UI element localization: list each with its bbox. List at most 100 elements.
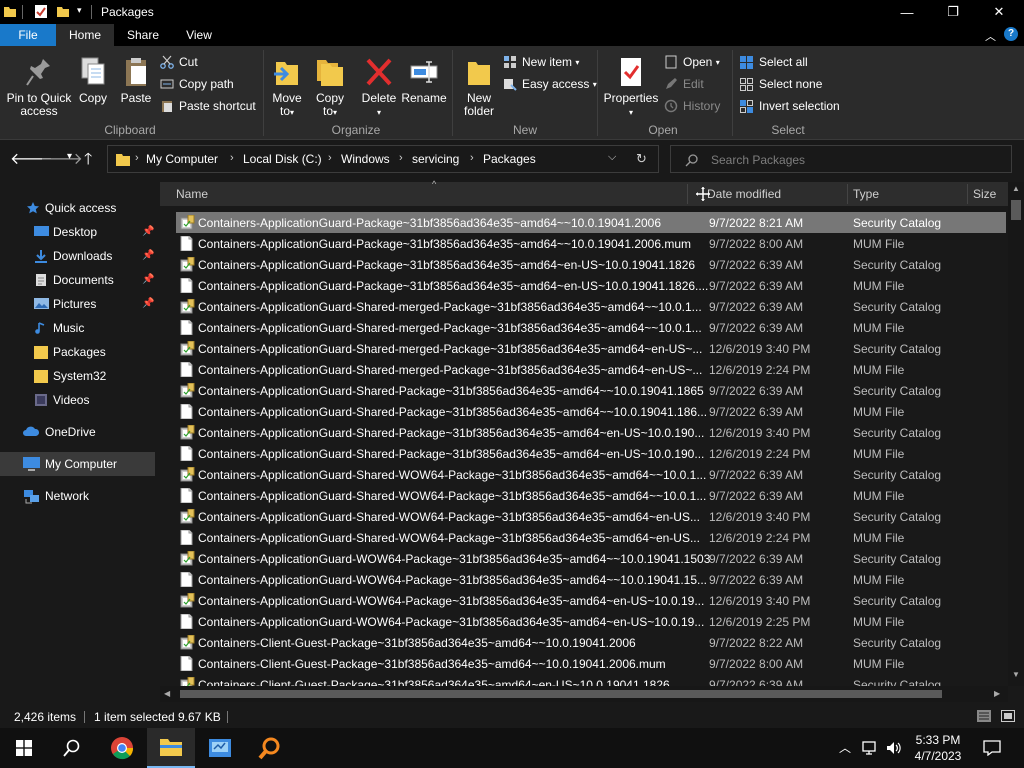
column-divider[interactable] [687, 184, 688, 204]
refresh-icon[interactable]: ↻ [636, 151, 647, 167]
details-view-icon[interactable] [977, 710, 991, 722]
search-box[interactable]: Search Packages [670, 145, 1012, 173]
column-divider[interactable] [847, 184, 848, 204]
minimize-button[interactable]: — [884, 0, 930, 24]
copy-to-button[interactable]: Copy to▾ [311, 56, 349, 119]
breadcrumb-local-disk[interactable]: Local Disk (C:) [243, 152, 322, 166]
file-row[interactable]: Containers-Client-Guest-Package~31bf3856… [176, 653, 1006, 674]
properties-qa-icon[interactable] [34, 4, 48, 19]
nav-item-desktop[interactable]: Desktop 📌 [0, 220, 155, 244]
delete-button[interactable]: Delete ▾ [359, 56, 399, 119]
nav-item-music[interactable]: Music [0, 316, 155, 340]
new-item-button[interactable]: New item ▾ [503, 52, 579, 72]
taskbar-search-button[interactable] [48, 728, 96, 768]
file-row[interactable]: Containers-ApplicationGuard-WOW64-Packag… [176, 590, 1006, 611]
collapse-ribbon-icon[interactable]: ︿ [985, 28, 996, 44]
copy-path-button[interactable]: Copy path [160, 74, 234, 94]
tab-view[interactable]: View [172, 24, 226, 46]
file-row[interactable]: Containers-ApplicationGuard-Shared-merge… [176, 359, 1006, 380]
nav-item-videos[interactable]: Videos [0, 388, 155, 412]
file-row[interactable]: Containers-Client-Guest-Package~31bf3856… [176, 674, 1006, 686]
new-folder-qa-icon[interactable] [56, 4, 70, 19]
column-size[interactable]: Size [973, 182, 996, 206]
nav-item-documents[interactable]: Documents 📌 [0, 268, 155, 292]
tab-file[interactable]: File [0, 24, 56, 46]
file-row[interactable]: Containers-ApplicationGuard-Package~31bf… [176, 233, 1006, 254]
nav-item-pictures[interactable]: Pictures 📌 [0, 292, 155, 316]
file-row[interactable]: Containers-ApplicationGuard-Shared-Packa… [176, 380, 1006, 401]
horizontal-scrollbar[interactable]: ◀ ▶ [160, 686, 1008, 702]
invert-selection-button[interactable]: Invert selection [739, 96, 840, 116]
maximize-button[interactable]: ❐ [930, 0, 976, 24]
file-row[interactable]: Containers-ApplicationGuard-WOW64-Packag… [176, 548, 1006, 569]
scroll-down-icon[interactable]: ▼ [1012, 670, 1020, 679]
notifications-icon[interactable] [983, 740, 1001, 756]
file-row[interactable]: Containers-ApplicationGuard-WOW64-Packag… [176, 569, 1006, 590]
tab-home[interactable]: Home [56, 24, 114, 46]
column-type[interactable]: Type [853, 182, 879, 206]
file-row[interactable]: Containers-ApplicationGuard-WOW64-Packag… [176, 611, 1006, 632]
scroll-left-icon[interactable]: ◀ [164, 689, 170, 698]
new-folder-button[interactable]: New folder [458, 56, 500, 118]
scroll-right-icon[interactable]: ▶ [994, 689, 1000, 698]
nav-item-downloads[interactable]: Downloads 📌 [0, 244, 155, 268]
column-date-modified[interactable]: Date modified [707, 182, 781, 206]
file-row[interactable]: Containers-ApplicationGuard-Shared-WOW64… [176, 485, 1006, 506]
up-button[interactable]: 🡑 [84, 148, 92, 175]
vertical-scroll-thumb[interactable] [1011, 200, 1021, 220]
taskbar-chrome[interactable] [98, 728, 146, 768]
file-row[interactable]: Containers-ApplicationGuard-Shared-Packa… [176, 443, 1006, 464]
close-button[interactable]: ✕ [976, 0, 1022, 24]
history-button[interactable]: History [664, 96, 720, 116]
paste-shortcut-button[interactable]: Paste shortcut [160, 96, 256, 116]
easy-access-button[interactable]: Easy access ▾ [503, 74, 597, 94]
edit-button[interactable]: Edit [664, 74, 704, 94]
recent-locations-icon[interactable]: ▾ [67, 151, 72, 162]
file-row[interactable]: Containers-Client-Guest-Package~31bf3856… [176, 632, 1006, 653]
breadcrumb-windows[interactable]: Windows [341, 152, 390, 166]
nav-item-my-computer[interactable]: My Computer [0, 452, 155, 476]
breadcrumb-my-computer[interactable]: My Computer [146, 152, 218, 166]
file-row[interactable]: Containers-ApplicationGuard-Shared-Packa… [176, 422, 1006, 443]
taskbar-control-panel[interactable] [196, 728, 244, 768]
properties-button[interactable]: Properties ▾ [602, 56, 660, 119]
file-row[interactable]: Containers-ApplicationGuard-Shared-merge… [176, 296, 1006, 317]
taskbar-file-explorer[interactable] [147, 728, 195, 768]
nav-item-system32[interactable]: System32 [0, 364, 155, 388]
qa-customize-icon[interactable]: ▾ [77, 5, 82, 16]
file-row[interactable]: Containers-ApplicationGuard-Shared-WOW64… [176, 464, 1006, 485]
volume-icon[interactable] [886, 740, 902, 756]
copy-button[interactable]: Copy [76, 56, 110, 105]
nav-item-onedrive[interactable]: OneDrive [0, 420, 155, 444]
taskbar-magnifier[interactable] [245, 728, 293, 768]
file-row[interactable]: Containers-ApplicationGuard-Shared-WOW64… [176, 527, 1006, 548]
paste-button[interactable]: Paste [116, 56, 156, 105]
file-row[interactable]: Containers-ApplicationGuard-Shared-merge… [176, 338, 1006, 359]
file-row[interactable]: Containers-ApplicationGuard-Package~31bf… [176, 275, 1006, 296]
horizontal-scroll-thumb[interactable] [180, 690, 942, 698]
nav-item-quick-access[interactable]: Quick access [0, 196, 155, 220]
breadcrumb-servicing[interactable]: servicing [412, 152, 459, 166]
column-name[interactable]: Name [176, 182, 686, 206]
rename-button[interactable]: Rename [401, 56, 447, 105]
breadcrumb-packages[interactable]: Packages [483, 152, 536, 166]
move-to-button[interactable]: Move to▾ [267, 56, 307, 119]
nav-item-network[interactable]: Network [0, 484, 155, 508]
open-button[interactable]: Open ▾ [664, 52, 720, 72]
column-divider[interactable] [967, 184, 968, 204]
large-icons-view-icon[interactable] [1001, 710, 1015, 722]
select-all-button[interactable]: Select all [739, 52, 808, 72]
scroll-up-icon[interactable]: ▲ [1012, 184, 1020, 193]
forward-button[interactable]: 🡒 [40, 148, 83, 169]
file-row[interactable]: Containers-ApplicationGuard-Shared-merge… [176, 317, 1006, 338]
select-none-button[interactable]: Select none [739, 74, 822, 94]
nav-item-packages[interactable]: Packages [0, 340, 155, 364]
file-row[interactable]: Containers-ApplicationGuard-Shared-Packa… [176, 401, 1006, 422]
cut-button[interactable]: Cut [160, 52, 198, 72]
file-row[interactable]: Containers-ApplicationGuard-Package~31bf… [176, 254, 1006, 275]
file-row[interactable]: Containers-ApplicationGuard-Package~31bf… [176, 212, 1006, 233]
network-tray-icon[interactable] [862, 741, 880, 755]
address-bar[interactable]: › My Computer › Local Disk (C:) › Window… [107, 145, 659, 173]
file-row[interactable]: Containers-ApplicationGuard-Shared-WOW64… [176, 506, 1006, 527]
address-dropdown-icon[interactable]: ⌵ [608, 151, 616, 164]
